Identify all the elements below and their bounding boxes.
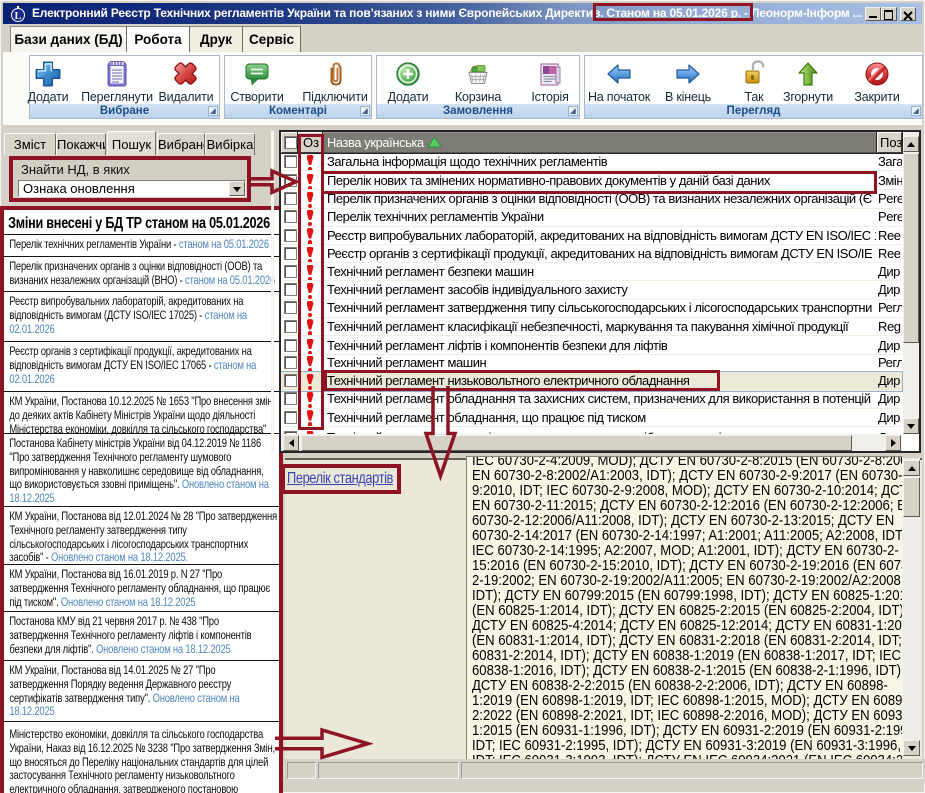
svg-text:L: L — [15, 11, 22, 22]
